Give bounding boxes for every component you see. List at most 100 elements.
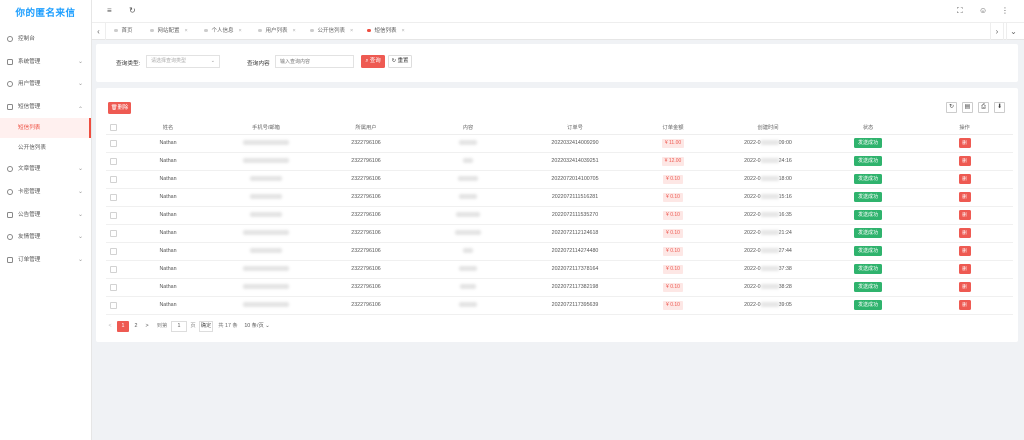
col-name[interactable]: 姓名: [120, 121, 216, 135]
row-checkbox[interactable]: [106, 278, 120, 297]
col-actions[interactable]: 操作: [916, 121, 1013, 135]
row-delete-button[interactable]: 删: [958, 174, 971, 184]
table-print-icon[interactable]: ⎙: [978, 102, 989, 113]
status-badge[interactable]: 发送成功: [853, 246, 882, 256]
app-logo-title[interactable]: 你的匿名来信: [0, 0, 91, 28]
row-checkbox[interactable]: [106, 242, 120, 261]
row-delete-button[interactable]: 删: [958, 210, 971, 220]
table-row[interactable]: Nathan 2322796106 2022072111516281 ¥ 0.10 20…: [106, 188, 1013, 207]
row-delete-button[interactable]: 删: [958, 246, 971, 256]
table-refresh-icon[interactable]: ↻: [946, 102, 957, 113]
refresh-icon[interactable]: ↻: [129, 6, 136, 15]
goto-page-input[interactable]: 1: [171, 321, 187, 332]
row-delete-button[interactable]: 删: [958, 228, 971, 238]
close-icon[interactable]: ×: [293, 28, 296, 34]
search-button[interactable]: ⌕ 查询: [361, 55, 385, 68]
tab-profile[interactable]: 个人信息 ×: [204, 23, 242, 40]
page-1-button[interactable]: 1: [117, 321, 129, 332]
table-row[interactable]: Nathan 2322796106 2022072114274480 ¥ 0.10 20…: [106, 242, 1013, 261]
row-delete-button[interactable]: 删: [958, 138, 971, 148]
row-checkbox[interactable]: [106, 224, 120, 243]
table-row[interactable]: Nathan 2322796106 2022072111535270 ¥ 0.10 20…: [106, 206, 1013, 225]
col-status[interactable]: 状态: [820, 121, 916, 135]
query-type-select[interactable]: 请选择查询类型 ⌄: [146, 55, 220, 68]
status-badge[interactable]: 发送成功: [853, 192, 882, 202]
tab-home[interactable]: 首页: [114, 23, 133, 40]
status-badge[interactable]: 发送成功: [853, 264, 882, 274]
row-delete-button[interactable]: 删: [958, 192, 971, 202]
per-page-select[interactable]: 10 条/页 ⌄: [242, 321, 272, 332]
status-badge[interactable]: 发送成功: [853, 282, 882, 292]
close-icon[interactable]: ×: [239, 28, 242, 34]
fullscreen-icon[interactable]: ⛶: [957, 6, 963, 16]
more-icon[interactable]: ⋮: [1001, 6, 1009, 15]
status-badge[interactable]: 发送成功: [853, 174, 882, 184]
tab-user-list[interactable]: 用户列表 ×: [258, 23, 296, 40]
amount-badge: ¥ 0.10: [663, 264, 683, 274]
close-icon[interactable]: ×: [350, 28, 353, 34]
table-row[interactable]: Nathan 2322796106 2022072014100705 ¥ 0.10 20…: [106, 170, 1013, 189]
table-row[interactable]: Nathan 2322796106 2022032414009290 ¥ 11.00 2…: [106, 134, 1013, 153]
col-amount[interactable]: 订单金额: [630, 121, 716, 135]
submenu-item-public-letters[interactable]: 公开信列表: [0, 138, 91, 158]
sidebar-item-dashboard[interactable]: 控制台: [0, 28, 91, 51]
row-delete-button[interactable]: 删: [958, 156, 971, 166]
goto-confirm-button[interactable]: 确定: [199, 321, 213, 332]
status-badge[interactable]: 发送成功: [853, 210, 882, 220]
tab-public-letters[interactable]: 公开信列表 ×: [310, 23, 353, 40]
status-badge[interactable]: 发送成功: [853, 228, 882, 238]
col-contact[interactable]: 手机号/邮箱: [216, 121, 316, 135]
sidebar-item-system[interactable]: 系统管理 ⌄: [0, 51, 91, 74]
sidebar-item-notices[interactable]: 公告管理 ⌄: [0, 204, 91, 227]
row-delete-button[interactable]: 删: [958, 264, 971, 274]
close-icon[interactable]: ×: [402, 28, 405, 34]
row-delete-button[interactable]: 删: [958, 282, 971, 292]
sidebar-item-sms[interactable]: 短信管理 ⌄: [0, 96, 91, 119]
menu-toggle-icon[interactable]: ≡: [107, 6, 112, 15]
row-checkbox[interactable]: [106, 188, 120, 207]
sidebar-item-links[interactable]: 友情管理 ⌄: [0, 226, 91, 249]
col-content[interactable]: 内容: [416, 121, 520, 135]
tab-dropdown-icon[interactable]: ⌄: [1006, 23, 1020, 40]
table-row[interactable]: Nathan 2322796106 2022072112124618 ¥ 0.10 20…: [106, 224, 1013, 243]
cell-owner: 2322796106: [316, 224, 416, 243]
row-checkbox[interactable]: [106, 296, 120, 315]
cell-amount: ¥ 0.10: [630, 260, 716, 279]
reset-button[interactable]: ↻ 重置: [388, 55, 412, 68]
col-order-no[interactable]: 订单号: [520, 121, 630, 135]
tab-sms-list[interactable]: 短信列表 ×: [367, 23, 405, 40]
user-icon[interactable]: ☺: [979, 6, 987, 15]
prev-page-button[interactable]: <: [106, 321, 114, 332]
next-page-button[interactable]: >: [143, 321, 151, 332]
table-export-icon[interactable]: ⬇: [994, 102, 1005, 113]
sidebar-item-orders[interactable]: 订单管理 ⌄: [0, 249, 91, 272]
sidebar-item-cards[interactable]: 卡密管理 ⌄: [0, 181, 91, 204]
row-checkbox[interactable]: [106, 206, 120, 225]
sidebar-item-articles[interactable]: 文章管理 ⌄: [0, 158, 91, 181]
row-checkbox[interactable]: [106, 152, 120, 171]
row-checkbox[interactable]: [106, 134, 120, 153]
query-content-input[interactable]: [275, 55, 354, 68]
col-owner[interactable]: 所属用户: [316, 121, 416, 135]
table-columns-icon[interactable]: ▤: [962, 102, 973, 113]
table-row[interactable]: Nathan 2322796106 2022072117395639 ¥ 0.10 20…: [106, 296, 1013, 315]
row-delete-button[interactable]: 删: [958, 300, 971, 310]
status-badge[interactable]: 发送成功: [853, 138, 882, 148]
close-icon[interactable]: ×: [185, 28, 188, 34]
row-checkbox[interactable]: [106, 170, 120, 189]
row-checkbox[interactable]: [106, 260, 120, 279]
table-row[interactable]: Nathan 2322796106 2022032414039251 ¥ 12.00 2…: [106, 152, 1013, 171]
col-created[interactable]: 创建时间: [716, 121, 820, 135]
tab-site-config[interactable]: 网站配置 ×: [150, 23, 188, 40]
select-all-checkbox[interactable]: [106, 121, 120, 135]
sidebar-item-users[interactable]: 用户管理 ⌄: [0, 73, 91, 96]
table-row[interactable]: Nathan 2322796106 2022072117382198 ¥ 0.10 20…: [106, 278, 1013, 297]
submenu-item-sms-list[interactable]: 短信列表: [0, 118, 91, 139]
table-row[interactable]: Nathan 2322796106 2022072117378164 ¥ 0.10 20…: [106, 260, 1013, 279]
status-badge[interactable]: 发送成功: [853, 156, 882, 166]
delete-button[interactable]: 🗑删除: [108, 102, 131, 114]
status-badge[interactable]: 发送成功: [853, 300, 882, 310]
tab-scroll-left-icon[interactable]: ‹: [92, 23, 106, 40]
tab-scroll-right-icon[interactable]: ›: [990, 23, 1004, 40]
page-2-button[interactable]: 2: [131, 321, 141, 332]
